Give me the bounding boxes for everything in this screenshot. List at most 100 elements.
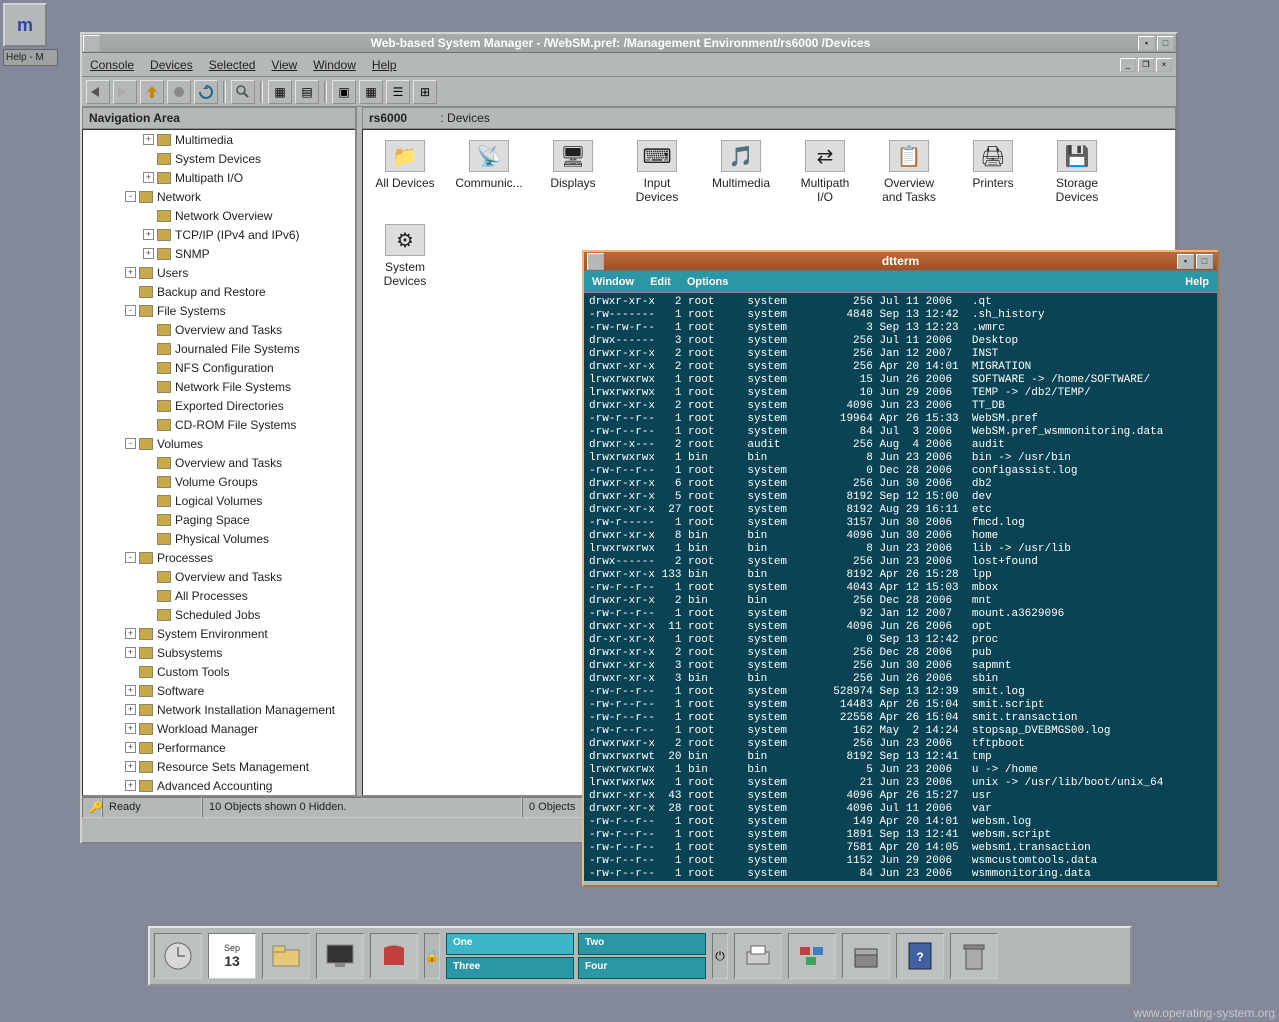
device-icon-item[interactable]: 🖨Printers (961, 140, 1025, 204)
tree-item[interactable]: Overview and Tasks (83, 320, 355, 339)
help-icon[interactable]: ? (896, 933, 944, 979)
menu-help[interactable]: Help (1177, 272, 1217, 292)
minimize-button[interactable]: ▪ (1138, 36, 1155, 51)
expand-toggle-icon[interactable]: + (125, 780, 136, 791)
reload-button[interactable] (194, 80, 218, 104)
tree-item[interactable]: -File Systems (83, 301, 355, 320)
tree-item[interactable]: NFS Configuration (83, 358, 355, 377)
tree-item[interactable]: +Workload Manager (83, 719, 355, 738)
panel-lock-icon[interactable]: 🔒 (424, 933, 440, 979)
workspace-two[interactable]: Two (578, 933, 706, 955)
device-icon-item[interactable]: ⚙System Devices (373, 224, 437, 288)
expand-toggle-icon[interactable]: - (125, 438, 136, 449)
dtterm-titlebar[interactable]: dtterm ▪ □ (584, 252, 1217, 271)
menu-edit[interactable]: Edit (642, 272, 679, 292)
tree-item[interactable]: Custom Tools (83, 662, 355, 681)
device-icon-item[interactable]: 📋Overview and Tasks (877, 140, 941, 204)
device-icon-item[interactable]: 📁All Devices (373, 140, 437, 204)
tree-item[interactable]: +Subsystems (83, 643, 355, 662)
expand-toggle-icon[interactable]: - (125, 191, 136, 202)
scope-button[interactable]: ▦ (268, 80, 292, 104)
terminal-output[interactable]: drwxr-xr-x 2 root system 256 Jul 11 2006… (584, 293, 1217, 881)
calendar-icon[interactable]: Sep 13 (208, 933, 256, 979)
forward-button[interactable] (113, 80, 137, 104)
up-button[interactable] (140, 80, 164, 104)
websm-titlebar[interactable]: Web-based System Manager - /WebSM.pref: … (82, 34, 1176, 53)
cascade-button[interactable]: ▤ (295, 80, 319, 104)
menu-devices[interactable]: Devices (142, 54, 201, 76)
printer-icon[interactable] (734, 933, 782, 979)
style-icon[interactable] (788, 933, 836, 979)
tree-item[interactable]: Logical Volumes (83, 491, 355, 510)
window-menu-icon[interactable] (83, 35, 100, 52)
large-icons-button[interactable]: ▣ (332, 80, 356, 104)
expand-toggle-icon[interactable]: + (125, 647, 136, 658)
trash-icon[interactable] (950, 933, 998, 979)
expand-toggle-icon[interactable]: + (143, 172, 154, 183)
back-button[interactable] (86, 80, 110, 104)
tree-item[interactable]: All Processes (83, 586, 355, 605)
tree-item[interactable]: -Processes (83, 548, 355, 567)
menu-selected[interactable]: Selected (201, 54, 264, 76)
exit-icon[interactable]: ⏻ (712, 933, 728, 979)
mdi-close-icon[interactable]: × (1156, 58, 1172, 72)
expand-toggle-icon[interactable]: - (125, 305, 136, 316)
expand-toggle-icon[interactable]: + (125, 267, 136, 278)
expand-toggle-icon[interactable]: + (125, 628, 136, 639)
small-icons-button[interactable]: ▦ (359, 80, 383, 104)
tree-item[interactable]: System Devices (83, 149, 355, 168)
tree-item[interactable]: +TCP/IP (IPv4 and IPv6) (83, 225, 355, 244)
device-icon-item[interactable]: 🖥Displays (541, 140, 605, 204)
tree-item[interactable]: Paging Space (83, 510, 355, 529)
tree-item[interactable]: CD-ROM File Systems (83, 415, 355, 434)
tree-item[interactable]: Overview and Tasks (83, 453, 355, 472)
details-button[interactable]: ☰ (386, 80, 410, 104)
terminal-icon[interactable] (316, 933, 364, 979)
device-icon-item[interactable]: 💾Storage Devices (1045, 140, 1109, 204)
expand-toggle-icon[interactable]: + (125, 742, 136, 753)
menu-window[interactable]: Window (305, 54, 364, 76)
tree-item[interactable]: Overview and Tasks (83, 567, 355, 586)
expand-toggle-icon[interactable]: + (125, 685, 136, 696)
maximize-button[interactable]: □ (1196, 254, 1213, 269)
tree-item[interactable]: +Network Installation Management (83, 700, 355, 719)
expand-toggle-icon[interactable]: + (125, 761, 136, 772)
device-icon-item[interactable]: ⌨Input Devices (625, 140, 689, 204)
tree-item[interactable]: +Multimedia (83, 130, 355, 149)
tree-item[interactable]: +Users (83, 263, 355, 282)
tree-item[interactable]: Physical Volumes (83, 529, 355, 548)
menu-console[interactable]: Console (82, 54, 142, 76)
tree-item[interactable]: -Network (83, 187, 355, 206)
device-icon-item[interactable]: 🎵Multimedia (709, 140, 773, 204)
tree-item[interactable]: -Volumes (83, 434, 355, 453)
help-app-icon[interactable]: m (3, 3, 47, 47)
expand-toggle-icon[interactable]: + (143, 248, 154, 259)
menu-help[interactable]: Help (364, 54, 405, 76)
toolbox-icon[interactable] (842, 933, 890, 979)
tree-item[interactable]: +System Environment (83, 624, 355, 643)
find-button[interactable] (231, 80, 255, 104)
device-icon-item[interactable]: 📡Communic... (457, 140, 521, 204)
tree-item[interactable]: +Software (83, 681, 355, 700)
tree-item[interactable]: Backup and Restore (83, 282, 355, 301)
menu-options[interactable]: Options (679, 272, 737, 292)
device-icon-item[interactable]: ⇄Multipath I/O (793, 140, 857, 204)
expand-toggle-icon[interactable]: + (125, 723, 136, 734)
tree-item[interactable]: +Resource Sets Management (83, 757, 355, 776)
expand-toggle-icon[interactable]: + (125, 704, 136, 715)
tree-item[interactable]: Network Overview (83, 206, 355, 225)
tree-item[interactable]: +Multipath I/O (83, 168, 355, 187)
nav-tree[interactable]: +MultimediaSystem Devices+Multipath I/O-… (82, 129, 356, 796)
stop-button[interactable] (167, 80, 191, 104)
workspace-three[interactable]: Three (446, 957, 574, 979)
window-menu-icon[interactable] (587, 253, 604, 270)
mdi-minimize-icon[interactable]: _ (1120, 58, 1136, 72)
menu-window[interactable]: Window (584, 272, 642, 292)
clock-icon[interactable] (154, 933, 202, 979)
workspace-four[interactable]: Four (578, 957, 706, 979)
expand-toggle-icon[interactable]: + (143, 134, 154, 145)
tree-item[interactable]: +Performance (83, 738, 355, 757)
expand-toggle-icon[interactable]: - (125, 552, 136, 563)
menu-view[interactable]: View (263, 54, 305, 76)
tree-item[interactable]: Journaled File Systems (83, 339, 355, 358)
